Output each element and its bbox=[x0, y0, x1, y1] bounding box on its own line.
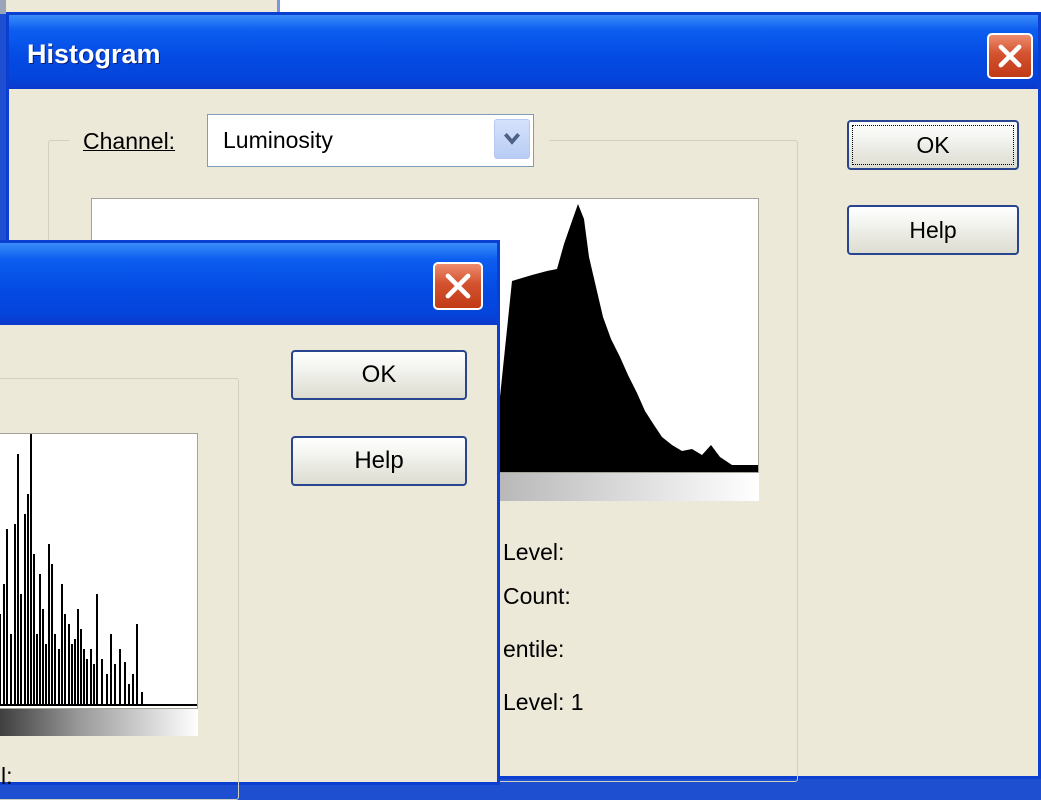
ok-button[interactable]: OK bbox=[847, 120, 1019, 170]
histogram-bar bbox=[128, 684, 130, 706]
histogram-bar bbox=[61, 584, 63, 706]
histogram-bar bbox=[39, 574, 41, 706]
histogram-bar bbox=[51, 564, 53, 706]
histogram-bar bbox=[54, 634, 56, 706]
histogram-bar bbox=[42, 609, 44, 706]
stat-label-front: l: bbox=[1, 763, 13, 789]
ok-button-label: OK bbox=[916, 132, 950, 158]
histogram-bar bbox=[77, 609, 79, 706]
cache-level-label: Level: 1 bbox=[503, 689, 584, 715]
channel-select-value: Luminosity bbox=[223, 127, 333, 153]
histogram-bar bbox=[33, 554, 35, 706]
help-button-front-text: Help bbox=[354, 447, 404, 474]
histogram-bar bbox=[93, 664, 95, 706]
percentile-label: entile: bbox=[503, 636, 565, 662]
channel-label-text: Channel: bbox=[83, 128, 176, 154]
histogram-dialog-front: l: OK Help bbox=[0, 240, 500, 800]
count-label: Count: bbox=[503, 583, 571, 609]
histogram-bar bbox=[58, 649, 60, 706]
histogram-bar bbox=[136, 624, 138, 706]
histogram-bar bbox=[80, 629, 82, 706]
histogram-bar bbox=[141, 692, 143, 706]
title-bar-front[interactable] bbox=[0, 243, 497, 325]
close-icon bbox=[998, 44, 1022, 68]
channel-dropdown-button[interactable] bbox=[494, 119, 530, 159]
help-button[interactable]: Help bbox=[847, 205, 1019, 255]
histogram-bar bbox=[106, 674, 108, 706]
histogram-bar bbox=[17, 454, 19, 706]
histogram-area bbox=[492, 204, 758, 472]
histogram-bar bbox=[0, 614, 1, 706]
histogram-bar bbox=[83, 649, 85, 706]
histogram-bar bbox=[36, 634, 38, 706]
channel-select[interactable]: Luminosity bbox=[207, 114, 534, 167]
histogram-bar bbox=[6, 529, 8, 706]
histogram-graph-front bbox=[0, 434, 197, 706]
histogram-bar bbox=[48, 544, 50, 706]
histogram-bar bbox=[90, 649, 92, 706]
histogram-bar bbox=[45, 644, 47, 706]
channel-label: Channel: bbox=[83, 128, 175, 155]
histogram-bar bbox=[3, 584, 5, 706]
histogram-bar bbox=[132, 674, 134, 706]
close-button[interactable] bbox=[987, 33, 1033, 79]
histogram-bar bbox=[96, 594, 98, 706]
histogram-bar bbox=[24, 514, 26, 706]
close-icon bbox=[445, 273, 471, 299]
histogram-bar bbox=[101, 659, 103, 706]
chevron-down-icon bbox=[503, 133, 521, 145]
mean-level-label: Level: bbox=[503, 539, 565, 565]
ok-button-front-label: OK bbox=[361, 361, 397, 388]
histogram-plot-front bbox=[0, 433, 198, 709]
histogram-bar bbox=[71, 644, 73, 706]
histogram-bar bbox=[68, 624, 70, 706]
histogram-bar bbox=[86, 659, 88, 706]
gradient-bar-front bbox=[0, 709, 198, 736]
histogram-bar bbox=[119, 649, 121, 706]
dialog-title: Histogram bbox=[27, 39, 161, 69]
histogram-baseline-front bbox=[0, 704, 197, 706]
histogram-bar bbox=[27, 494, 29, 706]
histogram-bar bbox=[64, 614, 66, 706]
histogram-bar bbox=[110, 634, 112, 706]
histogram-bar bbox=[20, 594, 22, 706]
ok-button-front[interactable]: OK bbox=[291, 350, 467, 400]
histogram-bar bbox=[114, 664, 116, 706]
title-bar[interactable]: Histogram bbox=[9, 15, 1038, 89]
help-button-front-label: Help bbox=[354, 447, 403, 474]
help-button-text: Help bbox=[909, 217, 957, 243]
close-button-front[interactable] bbox=[433, 262, 483, 310]
help-button-label: Help bbox=[909, 217, 956, 243]
histogram-bar bbox=[14, 524, 16, 706]
histogram-bar bbox=[74, 639, 76, 706]
histogram-bar bbox=[124, 662, 126, 706]
help-button-front[interactable]: Help bbox=[291, 436, 467, 486]
histogram-bar bbox=[30, 434, 32, 706]
histogram-bar bbox=[10, 634, 12, 706]
